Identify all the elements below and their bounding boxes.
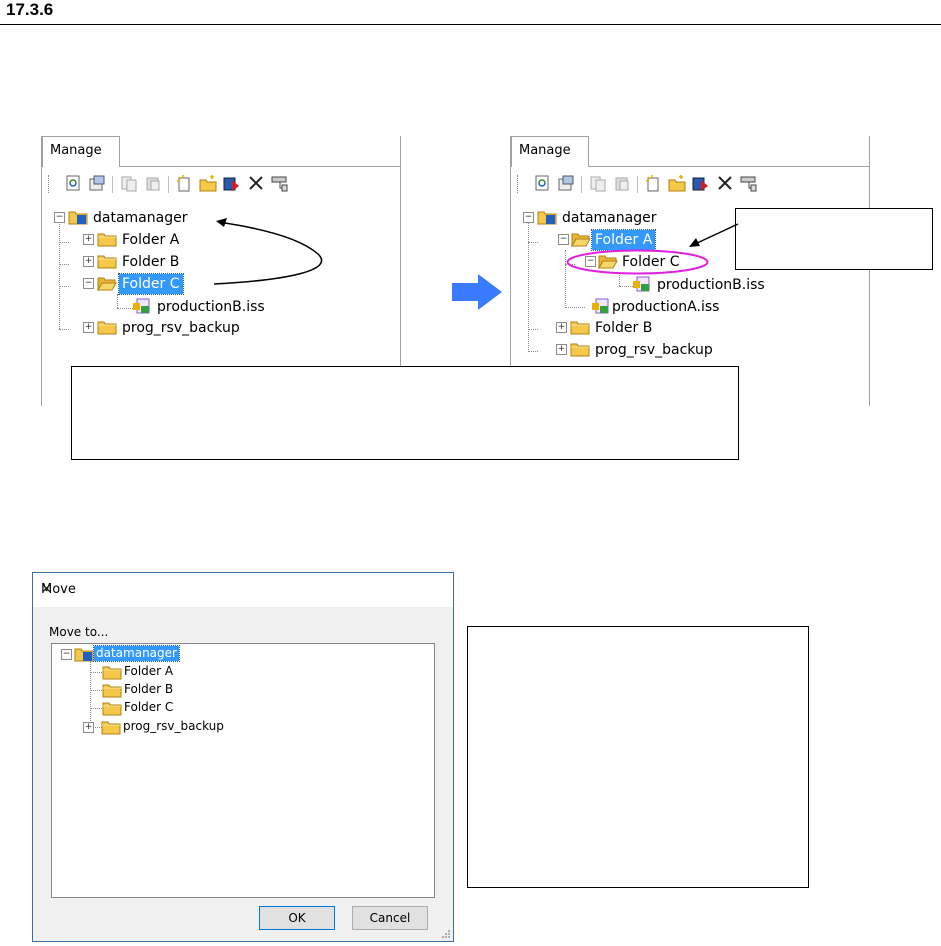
folder-icon — [570, 321, 590, 335]
section-number: 17.3.6 — [6, 0, 54, 19]
folder-icon — [97, 233, 117, 247]
tree-label-file-b: productionB.iss — [657, 277, 765, 293]
move-dialog: Move ✕ Move to... − datamanager Folder A… — [32, 572, 454, 942]
datamanager-icon — [74, 648, 94, 662]
folder-icon — [97, 255, 117, 269]
callout-box-top — [735, 208, 933, 270]
iss-file-icon — [633, 276, 650, 292]
collapse-toggle[interactable]: − — [558, 234, 569, 245]
close-icon[interactable]: ✕ — [41, 582, 443, 597]
datamanager-icon — [537, 211, 557, 225]
dialog-titlebar[interactable]: Move ✕ — [33, 573, 453, 607]
transition-arrow — [452, 274, 502, 310]
settings-icon[interactable] — [740, 174, 758, 192]
folder-icon — [97, 321, 117, 335]
properties-icon[interactable] — [88, 174, 106, 192]
tree-label-folder-a: Folder A — [122, 232, 180, 248]
refresh-icon[interactable] — [64, 174, 82, 192]
tree-label-file-b: productionB.iss — [157, 299, 265, 315]
collapse-toggle[interactable]: − — [61, 649, 72, 660]
settings-icon[interactable] — [271, 174, 289, 192]
dialog-tree-label-folder-c: Folder C — [124, 700, 174, 714]
new-folder-icon[interactable] — [199, 174, 217, 192]
manage-tab[interactable]: Manage — [42, 136, 120, 167]
highlight-ellipse — [566, 249, 709, 275]
folder-icon — [102, 684, 122, 698]
delete-icon[interactable] — [247, 174, 265, 192]
move-icon[interactable] — [223, 174, 241, 192]
open-folder-icon — [571, 233, 591, 247]
new-file-icon[interactable] — [175, 174, 193, 192]
collapse-toggle[interactable]: − — [523, 212, 534, 223]
dialog-tree-label-backup: prog_rsv_backup — [123, 719, 224, 733]
folder-icon — [101, 721, 121, 735]
datamanager-icon — [68, 211, 88, 225]
folder-icon — [570, 343, 590, 357]
properties-icon[interactable] — [557, 174, 575, 192]
dialog-tree-label-root: datamanager — [93, 645, 180, 662]
manage-tab-label: Manage — [50, 143, 102, 158]
expand-toggle[interactable]: + — [83, 256, 94, 267]
copy-icon[interactable] — [589, 174, 607, 192]
callout-pointer-arrow — [689, 223, 739, 247]
cancel-button[interactable]: Cancel — [352, 906, 428, 930]
collapse-toggle[interactable]: − — [83, 278, 94, 289]
copy-icon[interactable] — [120, 174, 138, 192]
new-file-icon[interactable] — [644, 174, 662, 192]
tree-label-folder-b: Folder B — [595, 320, 653, 336]
tree-label-root: datamanager — [562, 210, 657, 226]
collapse-toggle[interactable]: − — [54, 212, 65, 223]
new-folder-icon[interactable] — [668, 174, 686, 192]
callout-box-wide — [71, 366, 739, 460]
heading-rule — [0, 24, 941, 25]
refresh-icon[interactable] — [533, 174, 551, 192]
tree-label-folder-b: Folder B — [122, 254, 180, 270]
expand-toggle[interactable]: + — [556, 322, 567, 333]
drag-arrow — [213, 218, 323, 285]
delete-icon[interactable] — [716, 174, 734, 192]
tree-label-file-a: productionA.iss — [612, 299, 720, 315]
tree-label-root: datamanager — [93, 210, 188, 226]
expand-toggle[interactable]: + — [83, 322, 94, 333]
folder-icon — [102, 702, 122, 716]
ok-button[interactable]: OK — [259, 906, 335, 930]
dialog-tree-label-folder-b: Folder B — [124, 682, 174, 696]
manage-tab-label: Manage — [519, 143, 571, 158]
expand-toggle[interactable]: + — [83, 234, 94, 245]
callout-box-dialog — [467, 626, 809, 888]
open-folder-icon — [97, 277, 117, 291]
tree-label-folder-a: Folder A — [590, 229, 657, 251]
move-to-label: Move to... — [49, 625, 109, 639]
toolbar-grip[interactable] — [48, 175, 52, 193]
resize-grip-icon[interactable] — [441, 929, 451, 939]
tree-label-folder-c: Folder C — [118, 273, 184, 295]
tree-label-backup: prog_rsv_backup — [122, 320, 240, 336]
move-destination-tree[interactable]: − datamanager Folder A Folder B Folder C… — [51, 643, 435, 898]
dialog-tree-label-folder-a: Folder A — [124, 664, 174, 678]
expand-toggle[interactable]: + — [556, 344, 567, 355]
expand-toggle[interactable]: + — [83, 722, 94, 733]
paste-icon[interactable] — [144, 174, 162, 192]
folder-icon — [102, 666, 122, 680]
toolbar-grip[interactable] — [517, 175, 521, 193]
tree-label-backup: prog_rsv_backup — [595, 342, 713, 358]
iss-file-icon — [133, 298, 150, 314]
manage-tab[interactable]: Manage — [511, 136, 589, 167]
paste-icon[interactable] — [613, 174, 631, 192]
move-icon[interactable] — [692, 174, 710, 192]
iss-file-icon — [592, 298, 609, 314]
